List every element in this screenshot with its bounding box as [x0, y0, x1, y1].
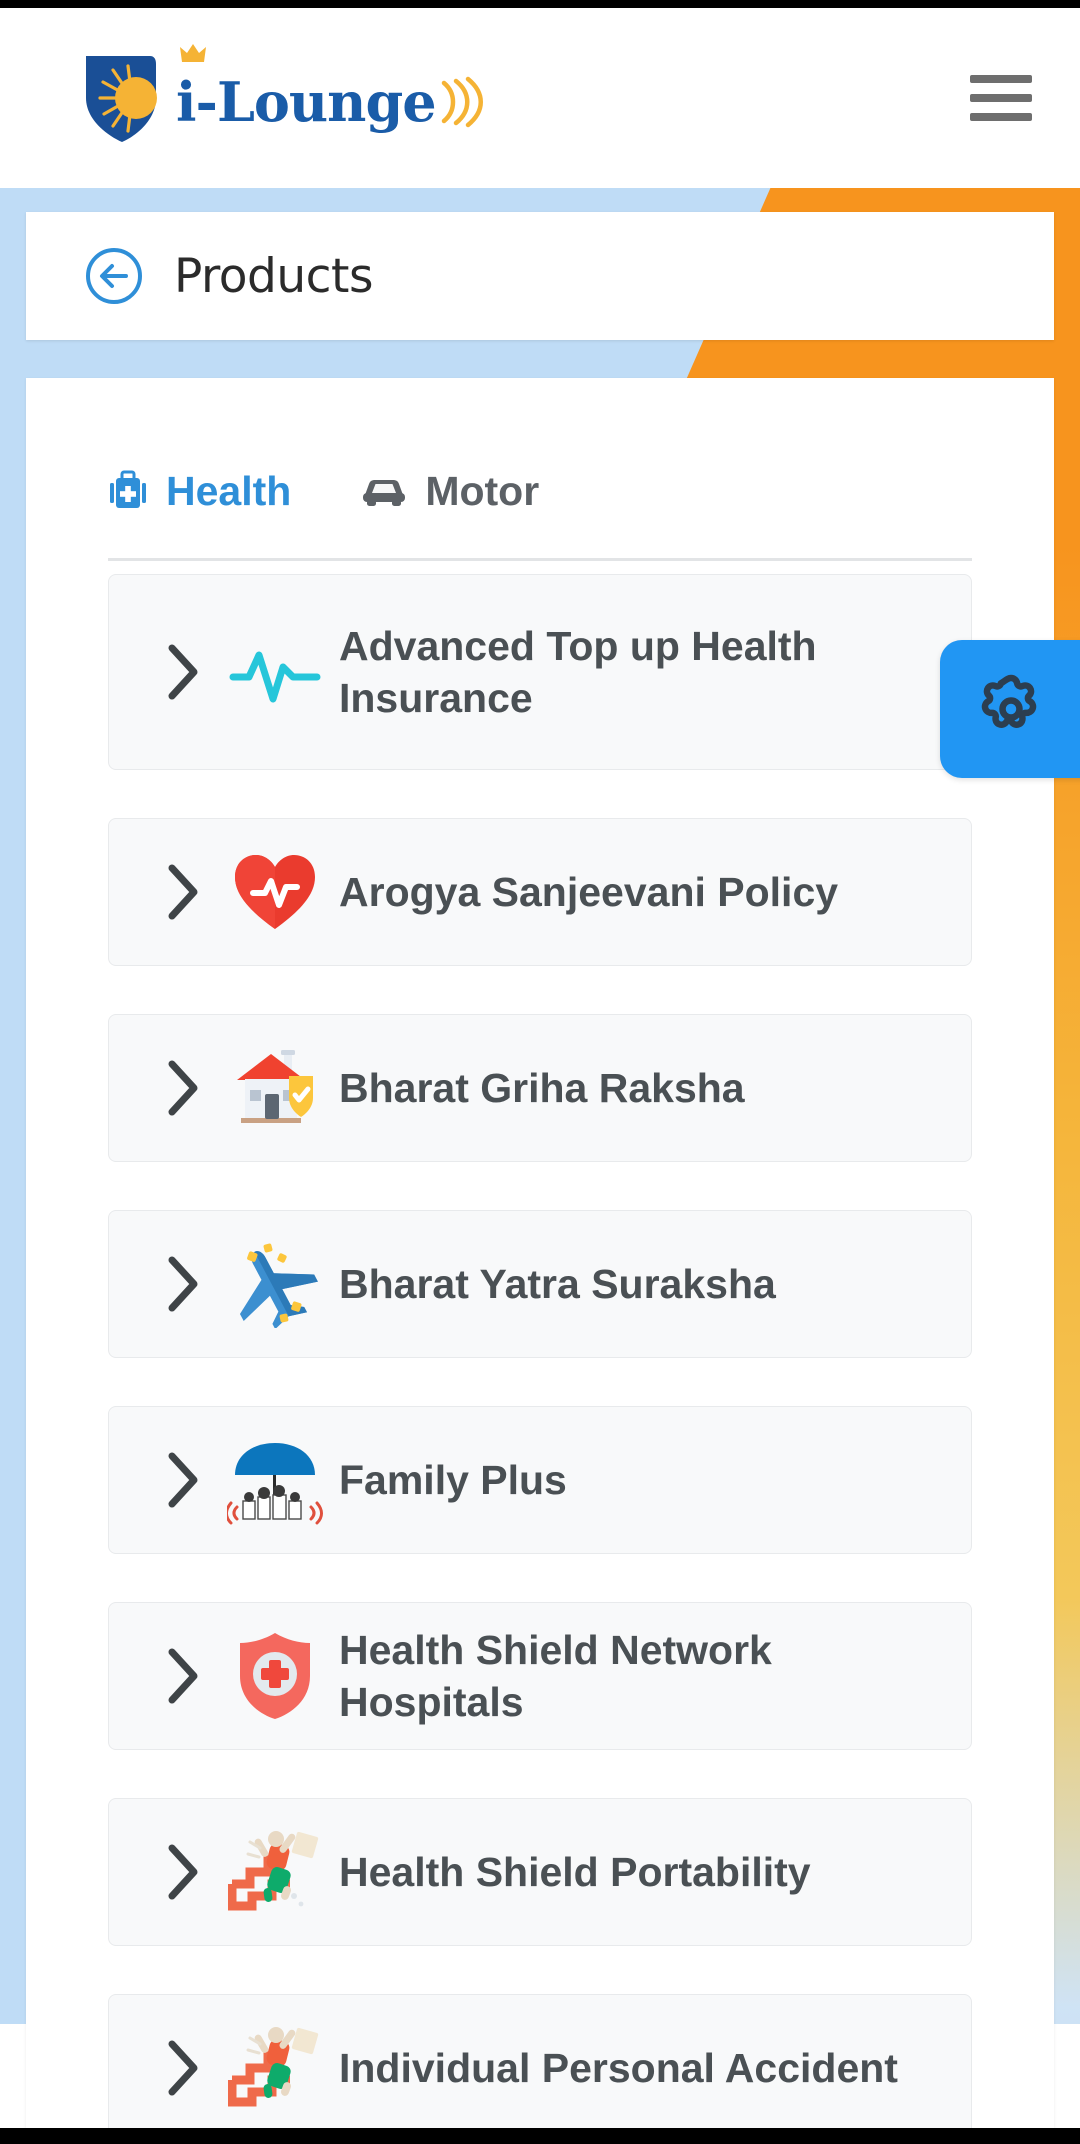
page-title: Products [174, 248, 373, 304]
product-name: Individual Personal Accident [339, 2044, 898, 2091]
product-category-tabs: Health Motor [26, 468, 1054, 521]
brand-letter-i: i [176, 70, 196, 134]
tab-health[interactable]: Health [108, 468, 291, 521]
product-row[interactable]: Bharat Yatra Suraksha [108, 1210, 972, 1358]
heartbeat-line-icon [227, 624, 323, 720]
tab-health-label: Health [166, 468, 292, 514]
app-screen: i - Lounge Products Health Motor Advance… [0, 0, 1080, 2144]
brand-word-lounge: Lounge [216, 70, 437, 134]
status-bar-bottom [0, 2128, 1080, 2144]
tab-motor[interactable]: Motor [361, 468, 539, 521]
chevron-right-icon [161, 1056, 205, 1120]
app-header: i - Lounge [0, 8, 1080, 188]
product-list: Advanced Top up Health Insurance Arogya … [26, 574, 1054, 2128]
chevron-right-icon [161, 1252, 205, 1316]
brand-dash: - [195, 70, 218, 134]
product-row[interactable]: Advanced Top up Health Insurance [108, 574, 972, 770]
product-name: Advanced Top up Health Insurance [339, 622, 817, 721]
product-name: Bharat Griha Raksha [339, 1064, 745, 1111]
chevron-right-icon [161, 860, 205, 924]
product-name: Arogya Sanjeevani Policy [339, 868, 839, 915]
chevron-right-icon [161, 1448, 205, 1512]
tabs-divider [108, 558, 972, 561]
product-name: Bharat Yatra Suraksha [339, 1260, 776, 1307]
settings-fab-button[interactable] [940, 640, 1080, 778]
products-panel: Health Motor Advanced Top up Health Insu… [26, 378, 1054, 2128]
product-row[interactable]: Individual Personal Accident [108, 1994, 972, 2128]
umbrella-family-icon [227, 1432, 323, 1528]
product-name: Health Shield Network Hospitals [339, 1626, 772, 1725]
car-icon [361, 475, 407, 509]
red-heart-pulse-icon [227, 844, 323, 940]
brand-wordmark: i - Lounge [176, 44, 484, 134]
person-falling-stairs-icon [227, 2020, 323, 2116]
chevron-right-icon [161, 2036, 205, 2100]
product-row[interactable]: Health Shield Portability [108, 1798, 972, 1946]
tab-motor-label: Motor [425, 468, 540, 514]
product-row[interactable]: Health Shield Network Hospitals [108, 1602, 972, 1750]
product-row[interactable]: Bharat Griha Raksha [108, 1014, 972, 1162]
chevron-right-icon [161, 1644, 205, 1708]
hamburger-line-2 [970, 94, 1032, 102]
medical-kit-icon [108, 470, 148, 514]
brand-logo[interactable]: i - Lounge [80, 44, 484, 144]
page-title-card: Products [26, 212, 1054, 340]
signal-waves-icon [441, 76, 483, 128]
shield-cross-icon [227, 1628, 323, 1724]
product-name: Health Shield Portability [339, 1848, 811, 1895]
back-arrow-circle-icon[interactable] [86, 248, 142, 304]
hamburger-line-1 [970, 75, 1032, 83]
chevron-right-icon [161, 1840, 205, 1904]
status-bar-top [0, 0, 1080, 8]
product-row[interactable]: Family Plus [108, 1406, 972, 1554]
crown-icon [180, 44, 206, 62]
back-arrow-glyph-icon [100, 264, 128, 288]
chevron-right-icon [161, 640, 205, 704]
product-name: Family Plus [339, 1456, 567, 1503]
airplane-icon [227, 1236, 323, 1332]
person-falling-stairs-icon [227, 1824, 323, 1920]
house-shield-icon [227, 1040, 323, 1136]
hamburger-menu-icon[interactable] [970, 75, 1032, 121]
shield-sun-logo-icon [86, 56, 157, 142]
gear-settings-icon [981, 674, 1037, 728]
product-row[interactable]: Arogya Sanjeevani Policy [108, 818, 972, 966]
hamburger-line-3 [970, 113, 1032, 121]
